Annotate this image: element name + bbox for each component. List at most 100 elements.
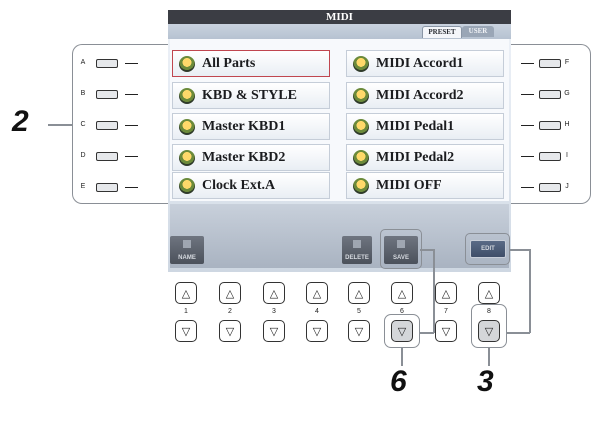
- button-1-up[interactable]: △: [175, 282, 197, 304]
- button-3-up[interactable]: △: [263, 282, 285, 304]
- list-item-midi-pedal1[interactable]: MIDI Pedal1: [346, 113, 504, 140]
- list-item-label: MIDI Accord2: [376, 87, 464, 103]
- callout-6-line: [401, 348, 403, 366]
- side-line-f: [521, 63, 534, 64]
- callout-step-3: 3: [477, 365, 494, 398]
- tab-user[interactable]: USER: [462, 26, 494, 37]
- button-6-highlight-frame: [384, 314, 420, 348]
- midi-icon: [179, 149, 195, 166]
- button-4-up[interactable]: △: [306, 282, 328, 304]
- list-item-midi-accord1[interactable]: MIDI Accord1: [346, 50, 504, 77]
- midi-icon: [353, 177, 369, 194]
- side-label-c: C: [80, 121, 86, 128]
- side-line-c: [125, 125, 138, 126]
- side-label-b: B: [80, 90, 86, 97]
- midi-icon: [179, 55, 195, 72]
- list-item-master-kbd1[interactable]: Master KBD1: [172, 113, 330, 140]
- list-item-label: MIDI OFF: [376, 177, 442, 193]
- side-line-e: [125, 187, 138, 188]
- button-5-up[interactable]: △: [348, 282, 370, 304]
- midi-icon: [179, 118, 195, 135]
- side-button-a[interactable]: [96, 59, 118, 68]
- side-button-e[interactable]: [96, 183, 118, 192]
- button-5-down[interactable]: ▽: [348, 320, 370, 342]
- list-item-midi-off[interactable]: MIDI OFF: [346, 172, 504, 199]
- side-button-d[interactable]: [96, 152, 118, 161]
- side-label-f: F: [564, 59, 570, 66]
- side-button-i[interactable]: [539, 152, 561, 161]
- side-label-d: D: [80, 152, 86, 159]
- button-7-down[interactable]: ▽: [435, 320, 457, 342]
- trash-icon: [353, 240, 361, 248]
- edit-highlight-frame: [465, 233, 510, 265]
- list-item-label: Master KBD1: [202, 118, 286, 134]
- button-7-number: 7: [444, 308, 448, 315]
- side-label-h: H: [564, 121, 570, 128]
- side-line-b: [125, 94, 138, 95]
- midi-icon: [179, 87, 195, 104]
- connector-edit-to-8-v: [529, 249, 531, 333]
- side-line-d: [125, 156, 138, 157]
- button-7-up[interactable]: △: [435, 282, 457, 304]
- side-label-e: E: [80, 183, 86, 190]
- button-2-number: 2: [228, 308, 232, 315]
- connector-edit-to-8-h2: [507, 332, 530, 334]
- button-3-down[interactable]: ▽: [263, 320, 285, 342]
- list-item-label: All Parts: [202, 55, 256, 71]
- callout-step-6: 6: [390, 365, 407, 398]
- connector-save-to-6: [420, 249, 434, 251]
- name-icon: [183, 240, 191, 248]
- side-line-j: [521, 187, 534, 188]
- midi-icon: [353, 118, 369, 135]
- screen-title: MIDI: [168, 10, 511, 24]
- midi-icon: [179, 177, 195, 194]
- button-3-number: 3: [272, 308, 276, 315]
- button-5-number: 5: [357, 308, 361, 315]
- side-button-c[interactable]: [96, 121, 118, 130]
- name-button-label: NAME: [178, 255, 196, 261]
- name-button[interactable]: NAME: [170, 236, 204, 264]
- callout-step-2: 2: [12, 105, 29, 138]
- list-item-kbd-style[interactable]: KBD & STYLE: [172, 82, 330, 109]
- list-item-master-kbd2[interactable]: Master KBD2: [172, 144, 330, 171]
- side-label-i: I: [566, 152, 568, 159]
- side-button-b[interactable]: [96, 90, 118, 99]
- list-item-clock-ext-a[interactable]: Clock Ext.A: [172, 172, 330, 199]
- list-item-midi-accord2[interactable]: MIDI Accord2: [346, 82, 504, 109]
- button-8-up[interactable]: △: [478, 282, 500, 304]
- button-4-number: 4: [315, 308, 319, 315]
- side-label-j: J: [565, 183, 569, 190]
- midi-icon: [353, 55, 369, 72]
- list-item-label: Master KBD2: [202, 149, 286, 165]
- side-button-g[interactable]: [539, 90, 561, 99]
- side-button-h[interactable]: [539, 121, 561, 130]
- tab-preset[interactable]: PRESET: [422, 26, 462, 38]
- delete-button-label: DELETE: [345, 255, 369, 261]
- list-item-label: MIDI Accord1: [376, 55, 464, 71]
- button-6-up[interactable]: △: [391, 282, 413, 304]
- side-button-j[interactable]: [539, 183, 561, 192]
- connector-save-to-6-v: [433, 249, 435, 333]
- list-item-label: MIDI Pedal1: [376, 118, 455, 134]
- midi-icon: [353, 149, 369, 166]
- screen-lower-panel: [170, 204, 509, 268]
- delete-button[interactable]: DELETE: [342, 236, 372, 264]
- button-2-down[interactable]: ▽: [219, 320, 241, 342]
- button-1-down[interactable]: ▽: [175, 320, 197, 342]
- side-line-g: [521, 94, 534, 95]
- button-4-down[interactable]: ▽: [306, 320, 328, 342]
- side-button-f[interactable]: [539, 59, 561, 68]
- list-item-label: Clock Ext.A: [202, 177, 276, 193]
- list-item-label: MIDI Pedal2: [376, 149, 455, 165]
- side-line-a: [125, 63, 138, 64]
- button-1-number: 1: [184, 308, 188, 315]
- side-label-a: A: [80, 59, 86, 66]
- list-item-label: KBD & STYLE: [202, 87, 297, 103]
- list-item-midi-pedal2[interactable]: MIDI Pedal2: [346, 144, 504, 171]
- button-2-up[interactable]: △: [219, 282, 241, 304]
- list-item-all-parts[interactable]: All Parts: [172, 50, 330, 77]
- side-label-g: G: [564, 90, 570, 97]
- midi-icon: [353, 87, 369, 104]
- connector-save-to-6-h2: [420, 332, 434, 334]
- side-line-i: [521, 156, 534, 157]
